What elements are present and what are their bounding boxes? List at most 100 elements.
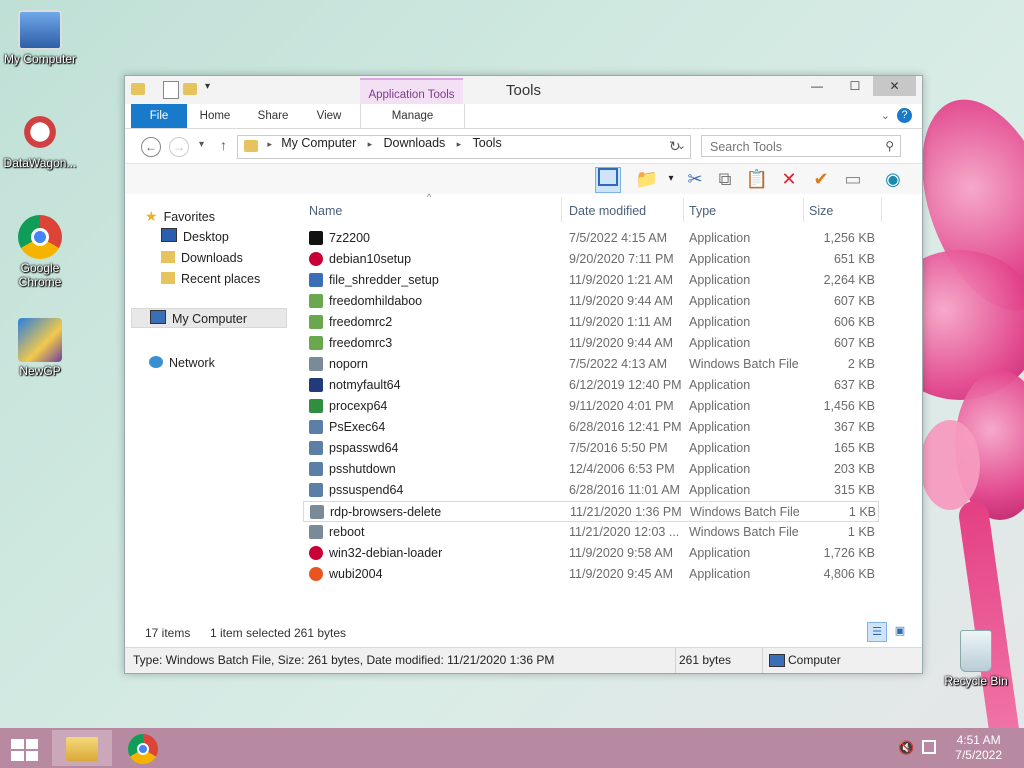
delete-icon[interactable]: ✕	[777, 167, 801, 191]
breadcrumb-my-computer[interactable]: My Computer	[281, 136, 356, 150]
details-view-icon[interactable]: ☰	[867, 622, 887, 642]
file-date: 9/11/2020 4:01 PM	[569, 399, 674, 413]
network-tray-icon[interactable]	[922, 740, 936, 754]
table-row[interactable]: PsExec64 6/28/2016 12:41 PM Application 367…	[303, 417, 879, 438]
forward-button[interactable]: →	[169, 137, 189, 157]
up-arrow-icon[interactable]: ↑	[220, 137, 227, 153]
folder-icon	[244, 140, 258, 152]
recent-locations-icon[interactable]: ▾	[199, 139, 204, 150]
taskbar-file-explorer[interactable]	[52, 730, 112, 766]
rename-icon[interactable]: ▭	[841, 167, 865, 191]
column-header-date[interactable]: Date modified	[569, 204, 646, 218]
file-name: debian10setup	[329, 252, 412, 266]
file-date: 9/20/2020 7:11 PM	[569, 252, 674, 266]
cut-icon[interactable]: ✂	[683, 167, 707, 191]
nav-my-computer[interactable]: My Computer	[131, 308, 287, 328]
file-name: freedomrc3	[329, 336, 393, 350]
copy-icon[interactable]: ⧉	[713, 167, 737, 191]
installer-icon	[309, 273, 323, 287]
search-icon[interactable]: ⚲	[885, 139, 894, 153]
refresh-icon[interactable]: ↻	[669, 138, 681, 155]
details-location: Computer	[788, 653, 841, 667]
taskbar-chrome[interactable]	[114, 730, 174, 766]
table-row[interactable]: notmyfault64 6/12/2019 12:40 PM Applicatio…	[303, 375, 879, 396]
breadcrumb-tools[interactable]: Tools	[473, 136, 502, 150]
table-row[interactable]: rdp-browsers-delete 11/21/2020 1:36 PM Win…	[303, 501, 879, 522]
system-clock[interactable]: 4:51 AM 7/5/2022	[955, 733, 1002, 763]
back-button[interactable]: ←	[141, 137, 161, 157]
address-bar[interactable]: ▸ My Computer ▸ Downloads ▸ Tools ⌄	[237, 135, 691, 159]
checkmark-icon[interactable]: ✔	[809, 167, 833, 191]
desktop-icon-my-computer[interactable]: My Computer	[0, 10, 80, 66]
tab-manage[interactable]: Manage	[360, 104, 465, 128]
desktop-icon-datawagon[interactable]: DataWagon...	[0, 110, 80, 170]
nav-desktop[interactable]: Desktop	[161, 227, 229, 247]
command-toolbar: 📁 ▾ ✂ ⧉ 📋 ✕ ✔ ▭ ◉	[125, 163, 922, 194]
column-header-type[interactable]: Type	[689, 204, 716, 218]
table-row[interactable]: file_shredder_setup 11/9/2020 1:21 AM Appl…	[303, 270, 879, 291]
table-row[interactable]: procexp64 9/11/2020 4:01 PM Application 1,4…	[303, 396, 879, 417]
table-row[interactable]: pssuspend64 6/28/2016 11:01 AM Application…	[303, 480, 879, 501]
freedom-icon	[309, 336, 323, 350]
table-row[interactable]: freedomrc2 11/9/2020 1:11 AM Application 60…	[303, 312, 879, 333]
table-row[interactable]: 7z2200 7/5/2022 4:15 AM Application 1,256 K…	[303, 228, 879, 249]
desktop-icon-recycle-bin[interactable]: Recycle Bin	[936, 630, 1016, 688]
file-type: Application	[689, 336, 751, 350]
file-size: 1,256 KB	[823, 231, 875, 245]
file-date: 11/21/2020 1:36 PM	[570, 505, 682, 519]
large-icons-view-icon[interactable]: ▣	[891, 622, 909, 640]
preview-pane-icon[interactable]	[595, 167, 621, 193]
desktop-icon-chrome[interactable]: Google Chrome	[0, 215, 80, 289]
tab-home[interactable]: Home	[189, 104, 241, 128]
maximize-button[interactable]: ☐	[840, 76, 870, 96]
file-date: 11/9/2020 1:11 AM	[569, 315, 673, 329]
file-size: 367 KB	[833, 420, 875, 434]
folder-options-icon[interactable]: 📁	[635, 167, 659, 191]
file-type: Application	[689, 399, 751, 413]
column-header-size[interactable]: Size	[809, 204, 833, 218]
search-input[interactable]	[708, 137, 872, 157]
file-name: pssuspend64	[329, 483, 404, 497]
app-window-icon	[309, 441, 323, 455]
table-row[interactable]: wubi2004 11/9/2020 9:45 AM Application 4,80…	[303, 564, 879, 585]
selection-size: 261 bytes	[294, 626, 347, 640]
tab-share[interactable]: Share	[247, 104, 299, 128]
desktop-icon-newgp[interactable]: NewGP	[0, 318, 80, 378]
help-icon[interactable]: ?	[897, 108, 912, 123]
nav-favorites[interactable]: ★ Favorites	[145, 206, 215, 226]
nav-recent-places[interactable]: Recent places	[161, 269, 260, 289]
tab-file[interactable]: File	[131, 104, 187, 128]
table-row[interactable]: freedomrc3 11/9/2020 9:44 AM Application 60…	[303, 333, 879, 354]
explorer-window: ▾ Application Tools Tools — ☐ ✕ File Hom…	[124, 75, 923, 674]
downloads-icon	[161, 251, 175, 263]
start-button[interactable]	[0, 730, 50, 766]
file-size: 1,456 KB	[823, 399, 875, 413]
minimize-button[interactable]: —	[802, 76, 832, 96]
search-box[interactable]: ⚲	[701, 135, 901, 157]
file-date: 12/4/2006 6:53 PM	[569, 462, 675, 476]
network-icon	[149, 356, 163, 368]
volume-muted-icon[interactable]: 🔇	[898, 740, 914, 756]
tab-view[interactable]: View	[303, 104, 355, 128]
table-row[interactable]: freedomhildaboo 11/9/2020 9:44 AM Applicat…	[303, 291, 879, 312]
expand-ribbon-icon[interactable]: ⌄	[881, 109, 890, 122]
table-row[interactable]: noporn 7/5/2022 4:13 AM Windows Batch File…	[303, 354, 879, 375]
folder-options-dropdown-icon[interactable]: ▾	[659, 167, 683, 191]
table-row[interactable]: psshutdown 12/4/2006 6:53 PM Application 20…	[303, 459, 879, 480]
paste-icon[interactable]: 📋	[745, 167, 769, 191]
address-row: ← → ▾ ↑ ▸ My Computer ▸ Downloads ▸ Tool…	[125, 129, 922, 163]
table-row[interactable]: pspasswd64 7/5/2016 5:50 PM Application 165…	[303, 438, 879, 459]
nav-network[interactable]: Network	[149, 353, 215, 373]
column-header-name[interactable]: Name	[309, 204, 342, 218]
details-size: 261 bytes	[679, 653, 732, 667]
shell-icon[interactable]: ◉	[881, 167, 905, 191]
close-button[interactable]: ✕	[873, 76, 916, 96]
table-row[interactable]: reboot 11/21/2020 12:03 ... Windows Batch …	[303, 522, 879, 543]
chrome-icon	[128, 734, 158, 764]
breadcrumb-downloads[interactable]: Downloads	[383, 136, 445, 150]
table-row[interactable]: debian10setup 9/20/2020 7:11 PM Applicatio…	[303, 249, 879, 270]
file-size: 607 KB	[833, 294, 875, 308]
table-row[interactable]: win32-debian-loader 11/9/2020 9:58 AM Appl…	[303, 543, 879, 564]
title-bar[interactable]: ▾ Application Tools Tools — ☐ ✕	[125, 76, 922, 106]
nav-downloads[interactable]: Downloads	[161, 248, 243, 268]
